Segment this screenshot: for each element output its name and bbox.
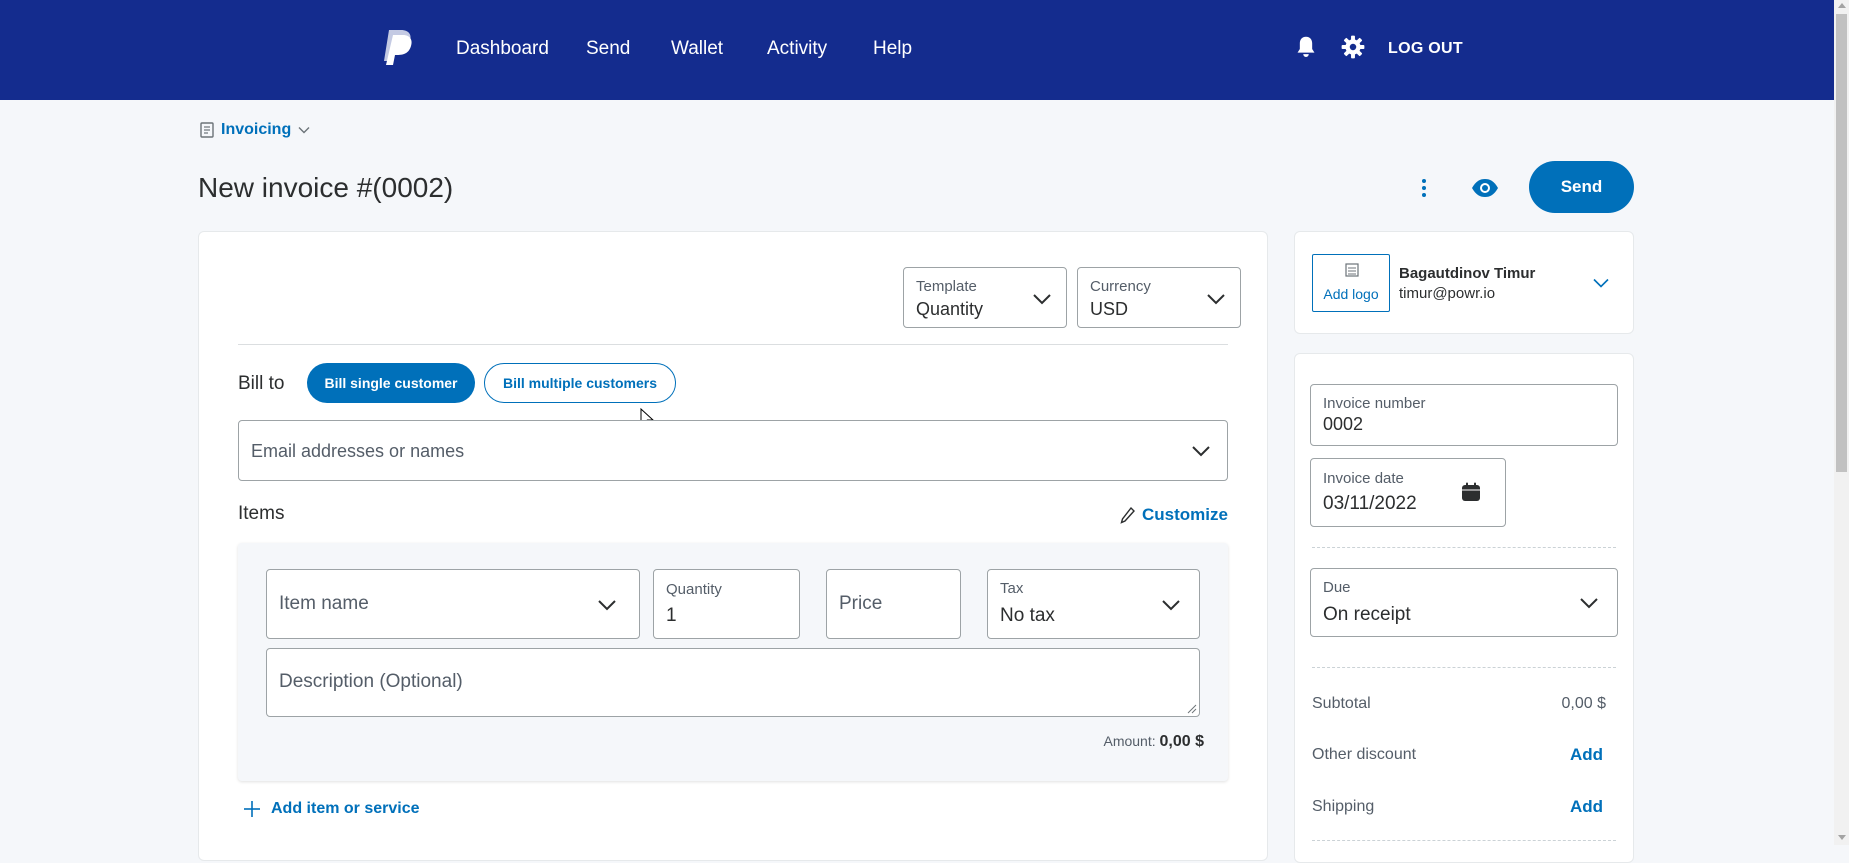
currency-select[interactable]: Currency USD — [1077, 267, 1241, 328]
scroll-up-arrow-icon[interactable] — [1838, 3, 1846, 8]
item-description-textarea[interactable]: Description (Optional) — [266, 648, 1200, 717]
price-input[interactable]: Price — [826, 569, 961, 639]
tax-label: Tax — [1000, 580, 1024, 597]
divider — [1312, 667, 1616, 668]
tax-value: No tax — [1000, 605, 1055, 626]
due-select[interactable]: Due On receipt — [1310, 568, 1618, 637]
quantity-value: 1 — [666, 605, 677, 626]
add-shipping-button[interactable]: Add — [1570, 797, 1603, 817]
page-title: New invoice #(0002) — [198, 172, 454, 203]
items-heading: Items — [238, 503, 285, 524]
email-placeholder: Email addresses or names — [251, 441, 465, 461]
nav-wallet[interactable]: Wallet — [671, 38, 723, 60]
scroll-down-arrow-icon[interactable] — [1838, 835, 1846, 840]
tax-select[interactable]: Tax No tax — [987, 569, 1200, 639]
nav-dashboard[interactable]: Dashboard — [456, 38, 549, 60]
chevron-down-icon — [1580, 598, 1598, 609]
resize-handle-icon[interactable] — [1187, 704, 1197, 714]
divider — [1312, 547, 1616, 548]
subtotal-value: 0,00 $ — [1561, 695, 1606, 712]
shipping-label: Shipping — [1312, 798, 1375, 815]
image-icon — [1345, 263, 1359, 277]
invoice-date-input[interactable]: Invoice date 03/11/2022 — [1310, 458, 1506, 527]
amount-label: Amount: — [1103, 733, 1156, 749]
business-email: timur@powr.io — [1399, 285, 1496, 302]
other-discount-label: Other discount — [1312, 746, 1417, 763]
invoice-number-value: 0002 — [1323, 414, 1364, 434]
customer-email-select[interactable]: Email addresses or names — [238, 420, 1228, 481]
add-item-button[interactable]: Add item or service — [243, 800, 420, 818]
quantity-input[interactable]: Quantity 1 — [653, 569, 800, 639]
add-logo-label: Add logo — [1323, 286, 1379, 302]
plus-icon — [244, 801, 260, 817]
more-options-icon[interactable] — [1414, 174, 1434, 202]
scrollbar-thumb[interactable] — [1836, 14, 1847, 472]
page-scrollbar[interactable] — [1834, 0, 1849, 845]
due-label: Due — [1323, 579, 1351, 596]
invoice-number-input[interactable]: Invoice number 0002 — [1310, 384, 1618, 446]
breadcrumb-invoicing[interactable]: Invoicing — [200, 121, 310, 139]
divider — [238, 344, 1228, 345]
document-icon — [200, 122, 214, 138]
customize-label: Customize — [1142, 505, 1228, 524]
currency-value: USD — [1090, 299, 1129, 319]
chevron-down-icon — [1033, 294, 1051, 305]
description-placeholder: Description (Optional) — [279, 671, 463, 692]
send-invoice-button[interactable]: Send — [1529, 161, 1634, 213]
chevron-down-icon — [598, 600, 616, 611]
chevron-down-icon — [1207, 294, 1225, 305]
quantity-label: Quantity — [666, 581, 722, 598]
template-value: Quantity — [916, 299, 984, 319]
template-select[interactable]: Template Quantity — [903, 267, 1067, 328]
invoice-number-label: Invoice number — [1323, 395, 1426, 412]
nav-send[interactable]: Send — [586, 38, 630, 60]
nav-help[interactable]: Help — [873, 38, 912, 60]
item-name-select[interactable]: Item name — [266, 569, 640, 639]
template-label: Template — [916, 278, 977, 295]
paypal-logo[interactable] — [380, 28, 414, 66]
business-name: Bagautdinov Timur — [1399, 265, 1536, 282]
invoice-date-value: 03/11/2022 — [1323, 493, 1417, 514]
breadcrumb-label: Invoicing — [221, 121, 292, 138]
due-value: On receipt — [1323, 604, 1411, 625]
chevron-down-icon — [1192, 446, 1210, 457]
pencil-icon — [1120, 506, 1135, 524]
chevron-down-icon — [298, 127, 310, 134]
gear-icon[interactable] — [1340, 34, 1366, 60]
item-name-placeholder: Item name — [279, 593, 369, 614]
chevron-down-icon[interactable] — [1593, 278, 1609, 288]
divider — [1312, 840, 1616, 841]
amount-value: 0,00 $ — [1159, 733, 1204, 750]
subtotal-label: Subtotal — [1312, 695, 1371, 712]
price-placeholder: Price — [839, 593, 883, 614]
preview-eye-icon[interactable] — [1470, 174, 1500, 202]
invoice-date-label: Invoice date — [1323, 470, 1404, 487]
add-logo-button[interactable]: Add logo — [1312, 254, 1390, 312]
top-nav-bar: Dashboard Send Wallet Activity Help LOG … — [0, 0, 1834, 100]
chevron-down-icon — [1162, 600, 1180, 611]
bill-multiple-customers-button[interactable]: Bill multiple customers — [484, 363, 676, 403]
currency-label: Currency — [1090, 278, 1151, 295]
add-discount-button[interactable]: Add — [1570, 745, 1603, 765]
calendar-icon[interactable] — [1461, 482, 1481, 502]
add-item-label: Add item or service — [271, 800, 420, 817]
item-amount: Amount: 0,00 $ — [1000, 733, 1204, 751]
customize-link[interactable]: Customize — [1120, 505, 1228, 525]
bill-to-label: Bill to — [238, 373, 285, 394]
bill-single-customer-button[interactable]: Bill single customer — [307, 363, 475, 403]
nav-activity[interactable]: Activity — [767, 38, 827, 60]
logout-link[interactable]: LOG OUT — [1388, 40, 1463, 58]
bell-icon[interactable] — [1293, 34, 1319, 60]
